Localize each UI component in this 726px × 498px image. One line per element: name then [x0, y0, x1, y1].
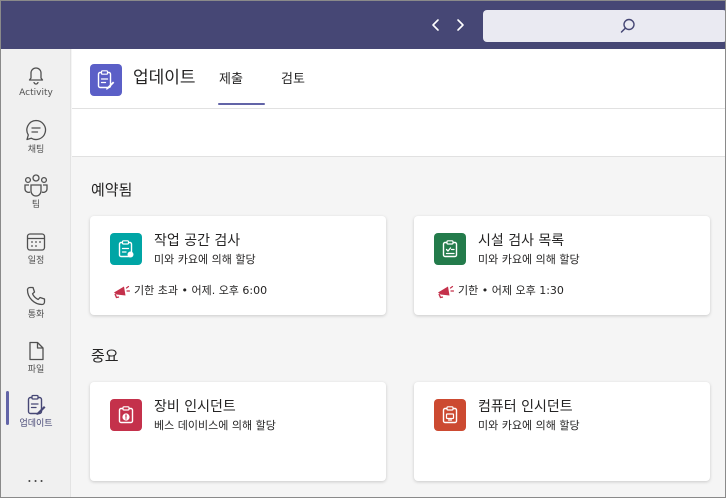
rail-label: 일정	[27, 256, 45, 266]
rail-item-teams[interactable]: 팀	[1, 173, 71, 225]
title-bar	[1, 1, 725, 49]
rail-label: 채팅	[27, 145, 45, 155]
card-assignee: 미와 카요에 의해 할당	[478, 419, 580, 432]
card-assignee: 베스 데이비스에 의해 할당	[154, 419, 276, 432]
phone-icon	[26, 286, 46, 306]
card-computer-incident[interactable]: 컴퓨터 인시던트 미와 카요에 의해 할당	[414, 382, 710, 481]
card-assignee: 미와 카요에 의해 할당	[154, 253, 256, 266]
rail-label: 업데이트	[19, 419, 53, 429]
teams-icon	[24, 174, 48, 197]
content-area: 예약됨 작업 공간 검사 미와 카요에 의해 할당 기한 초과 • 어제. 오후	[72, 158, 725, 497]
app-header: 업데이트 제출 검토	[72, 49, 725, 109]
active-tab-underline	[218, 103, 265, 105]
tab-review[interactable]: 검토	[281, 71, 305, 89]
rail-label: 파일	[27, 365, 45, 375]
chat-icon	[26, 119, 47, 141]
megaphone-icon	[114, 285, 130, 299]
rail-item-activity[interactable]: Activity	[1, 63, 71, 115]
updates-icon	[27, 394, 46, 415]
file-icon	[29, 341, 44, 361]
rail-item-calls[interactable]: 통화	[1, 285, 71, 337]
card-facility-checklist[interactable]: 시설 검사 목록 미와 카요에 의해 할당 기한 • 어제 오후 1:30	[414, 216, 710, 315]
page-title: 업데이트	[133, 68, 196, 88]
toolbar	[72, 109, 725, 157]
card-title: 장비 인시던트	[154, 399, 236, 415]
search-icon	[620, 18, 635, 33]
updates-app-logo-icon	[90, 64, 122, 96]
rail-label: Activity	[19, 88, 53, 98]
section-heading-scheduled: 예약됨	[91, 181, 133, 199]
checklist-icon	[434, 233, 466, 265]
teams-window: Activity 채팅 팀 일정 통화 파일 업데이트 ... 업데이트 제출 …	[0, 0, 726, 498]
rail-item-updates[interactable]: 업데이트	[1, 394, 71, 446]
calendar-icon	[26, 233, 46, 251]
rail-item-calendar[interactable]: 일정	[1, 231, 71, 283]
card-equipment-incident[interactable]: 장비 인시던트 베스 데이비스에 의해 할당	[90, 382, 386, 481]
card-title: 작업 공간 검사	[154, 233, 241, 249]
card-title: 컴퓨터 인시던트	[478, 399, 573, 415]
card-due-text: 기한 • 어제 오후 1:30	[458, 284, 564, 297]
megaphone-icon	[438, 285, 454, 299]
card-due-text: 기한 초과 • 어제. 오후 6:00	[134, 284, 268, 297]
section-heading-important: 중요	[91, 347, 119, 365]
rail-item-chat[interactable]: 채팅	[1, 118, 71, 170]
card-title: 시설 검사 목록	[478, 233, 565, 249]
alert-clipboard-icon	[110, 399, 142, 431]
rail-label: 팀	[31, 200, 41, 210]
clipboard-icon	[110, 233, 142, 265]
bell-icon	[28, 67, 44, 85]
chevron-left-icon[interactable]	[426, 13, 446, 37]
app-rail: Activity 채팅 팀 일정 통화 파일 업데이트 ...	[1, 49, 71, 497]
card-assignee: 미와 카요에 의해 할당	[478, 253, 580, 266]
search-input[interactable]	[483, 10, 725, 42]
more-apps-icon[interactable]: ...	[1, 467, 71, 487]
rail-label: 통화	[27, 310, 45, 320]
rail-item-files[interactable]: 파일	[1, 340, 71, 392]
card-workspace-inspection[interactable]: 작업 공간 검사 미와 카요에 의해 할당 기한 초과 • 어제. 오후 6:0…	[90, 216, 386, 315]
tab-submit[interactable]: 제출	[219, 71, 243, 89]
chevron-right-icon[interactable]	[450, 13, 470, 37]
computer-clipboard-icon	[434, 399, 466, 431]
